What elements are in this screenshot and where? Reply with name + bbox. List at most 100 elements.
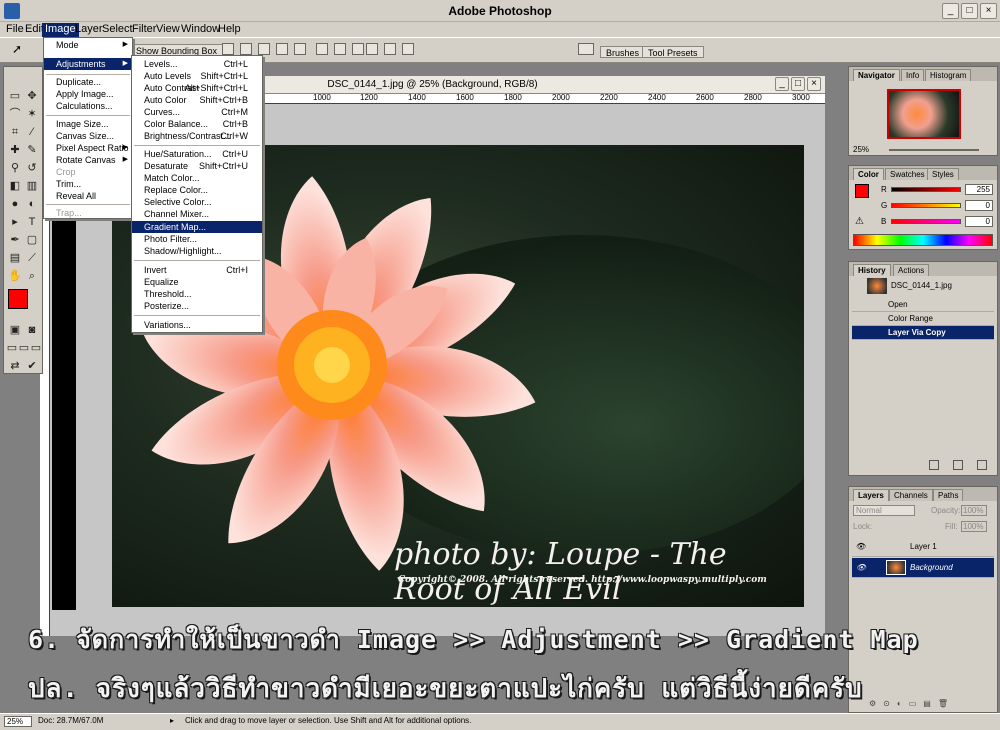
blend-mode-select[interactable]: Normal [853,505,915,516]
opacity-input[interactable]: 100% [961,505,987,516]
history-item-selected[interactable]: Layer Via Copy [852,326,994,340]
adjustments-item[interactable]: Desaturate Shift+Ctrl+U [132,160,262,172]
blue-value[interactable]: 0 [965,216,993,227]
healing-brush-tool-icon[interactable]: ✚ [8,143,22,157]
jump-to-icon[interactable]: ✔ [25,359,39,373]
image-menu-item[interactable]: Pixel Aspect Ratio ▶ [44,142,132,154]
adjustments-item[interactable]: Invert Ctrl+I [132,264,262,276]
maximize-button[interactable]: □ [961,3,978,19]
close-button[interactable]: × [980,3,997,19]
history-item[interactable]: Open [852,298,994,312]
tab-layers[interactable]: Layers [853,489,889,501]
zoom-tool-icon[interactable]: ⌕ [25,269,39,283]
adjustments-item[interactable]: Match Color... [132,172,262,184]
navigator-thumbnail[interactable] [887,89,961,139]
image-menu-item[interactable]: Image Size... [44,118,132,130]
screen-mode-standard-icon[interactable]: ▭ [6,341,18,355]
image-menu-item[interactable]: Calculations... [44,100,132,112]
hand-tool-icon[interactable]: ✋ [8,269,22,283]
image-menu-item[interactable]: Apply Image... [44,88,132,100]
distribute-top-icon[interactable] [316,43,328,55]
align-left-icon[interactable] [276,43,288,55]
tab-color[interactable]: Color [853,168,884,180]
image-menu-item[interactable]: Reveal All [44,190,132,202]
brush-tool-icon[interactable]: ✎ [25,143,39,157]
history-brush-tool-icon[interactable]: ↺ [25,161,39,175]
tab-histogram[interactable]: Histogram [925,69,972,81]
doc-minimize-button[interactable]: _ [775,77,789,91]
image-menu-item-adjustments[interactable]: Adjustments ▶ [44,58,132,70]
new-snapshot-icon[interactable] [953,460,963,470]
imageready-icon[interactable]: ⇄ [8,359,22,373]
adjustments-item[interactable]: Curves... Ctrl+M [132,106,262,118]
adjustments-item[interactable]: Replace Color... [132,184,262,196]
path-selection-tool-icon[interactable]: ▸ [8,215,22,229]
dodge-tool-icon[interactable]: ◐ [25,197,39,211]
tab-actions[interactable]: Actions [893,264,930,276]
eye-icon[interactable]: 👁 [856,537,866,557]
navigator-zoom-slider[interactable] [889,149,979,151]
move-tool-button-icon[interactable]: ✥ [25,89,39,103]
doc-close-button[interactable]: × [807,77,821,91]
adjustments-item[interactable]: Threshold... [132,288,262,300]
layer-row[interactable]: 👁 Layer 1 [852,537,994,557]
blur-tool-icon[interactable]: ● [8,197,22,211]
adjustments-item[interactable]: Auto Color Shift+Ctrl+B [132,94,262,106]
color-spectrum-ramp[interactable] [853,234,993,246]
status-doc-size[interactable]: Doc: 28.7M/67.0M [38,716,103,725]
history-snapshot-label[interactable]: DSC_0144_1.jpg [891,281,952,290]
adjustments-item[interactable]: Shadow/Highlight... [132,245,262,257]
history-snapshot-thumbnail[interactable] [867,278,887,294]
green-slider[interactable] [891,203,961,208]
adjustments-item[interactable]: Color Balance... Ctrl+B [132,118,262,130]
fill-input[interactable]: 100% [961,521,987,532]
green-value[interactable]: 0 [965,200,993,211]
red-slider[interactable] [891,187,961,192]
adjustments-item-gradient-map[interactable]: Gradient Map... [132,221,262,233]
align-top-icon[interactable] [222,43,234,55]
gradient-tool-icon[interactable]: ▥ [25,179,39,193]
minimize-button[interactable]: _ [942,3,959,19]
distribute-hcenter-icon[interactable] [384,43,396,55]
adjustments-item[interactable]: Variations... [132,319,262,331]
layer-row-selected[interactable]: 👁 Background [852,558,994,578]
pen-tool-icon[interactable]: ✒ [8,233,22,247]
history-item[interactable]: Color Range [852,312,994,326]
image-menu-item[interactable]: Trim... [44,178,132,190]
tab-channels[interactable]: Channels [889,489,933,501]
align-right-icon[interactable] [294,43,306,55]
adjustments-item[interactable]: Posterize... [132,300,262,312]
adjustments-item[interactable]: Equalize [132,276,262,288]
navigator-zoom-value[interactable]: 25% [853,145,869,154]
slice-tool-icon[interactable]: ⁄ [25,125,39,139]
blue-slider[interactable] [891,219,961,224]
brushes-tab[interactable]: Brushes [600,46,646,58]
adjustments-item[interactable]: Levels... Ctrl+L [132,58,262,70]
align-bottom-icon[interactable] [258,43,270,55]
adjustments-item[interactable]: Selective Color... [132,196,262,208]
tab-swatches[interactable]: Swatches [885,168,930,180]
adjustments-item[interactable]: Hue/Saturation... Ctrl+U [132,148,262,160]
eye-icon[interactable]: 👁 [856,558,866,578]
adjustments-item[interactable]: Auto Levels Shift+Ctrl+L [132,70,262,82]
menu-help[interactable]: Help [215,23,244,37]
adjustments-item[interactable]: Brightness/Contrast... Ctrl+W [132,130,262,142]
distribute-left-icon[interactable] [366,43,378,55]
eyedropper-tool-icon[interactable]: ⟋ [25,251,39,265]
color-foreground-swatch[interactable] [855,184,869,198]
standard-mode-icon[interactable]: ▣ [8,323,22,337]
distribute-bottom-icon[interactable] [352,43,364,55]
doc-maximize-button[interactable]: □ [791,77,805,91]
tool-presets-tab[interactable]: Tool Presets [642,46,704,58]
align-vcenter-icon[interactable] [240,43,252,55]
screen-mode-full-icon[interactable]: ▭ [30,341,42,355]
layer-actions-icon[interactable]: ⚙⊙◐▭▤🗑 [869,699,955,708]
distribute-right-icon[interactable] [402,43,414,55]
shape-tool-icon[interactable]: ▢ [25,233,39,247]
tab-paths[interactable]: Paths [933,489,964,501]
crop-tool-icon[interactable]: ⌗ [8,125,22,139]
tab-info[interactable]: Info [901,69,925,81]
quick-mask-mode-icon[interactable]: ◙ [25,323,39,337]
adjustments-item[interactable]: Photo Filter... [132,233,262,245]
type-tool-icon[interactable]: T [25,215,39,229]
